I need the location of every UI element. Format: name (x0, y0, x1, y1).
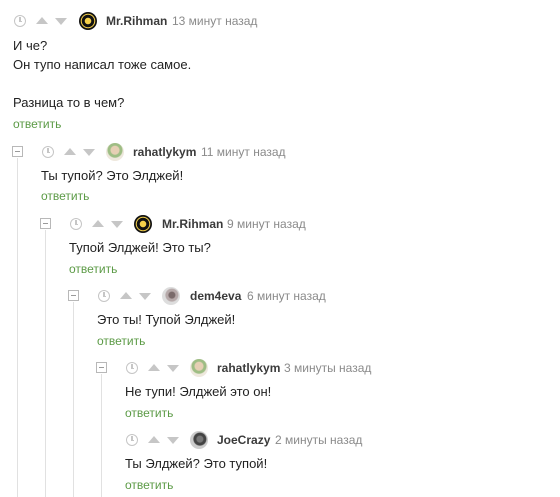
upvote-icon[interactable] (148, 364, 160, 371)
comment-text-line: Это ты! Тупой Элджей! (97, 312, 236, 327)
comment-text-line: Тупой Элджей! Это ты? (69, 240, 211, 255)
reply-link[interactable]: ответить (13, 117, 61, 131)
downvote-icon[interactable] (55, 18, 67, 25)
username[interactable]: Mr.Rihman (106, 14, 167, 28)
upvote-icon[interactable] (148, 436, 160, 443)
timestamp[interactable]: 9 минут назад (227, 217, 306, 231)
timestamp[interactable]: 11 минут назад (201, 145, 286, 159)
comment-text-line: Не тупи! Элджей это он! (125, 384, 272, 399)
upvote-icon[interactable] (92, 220, 104, 227)
downvote-icon[interactable] (83, 149, 95, 156)
avatar[interactable] (106, 143, 124, 161)
timestamp[interactable]: 3 минуты назад (284, 361, 371, 375)
clock-icon (14, 15, 26, 27)
timestamp[interactable]: 2 минуты назад (275, 433, 362, 447)
avatar[interactable] (190, 359, 208, 377)
timestamp[interactable]: 6 минут назад (247, 289, 326, 303)
reply-link[interactable]: ответить (97, 334, 145, 348)
clock-icon (126, 434, 138, 446)
avatar[interactable] (190, 431, 208, 449)
comment-text-line: Ты тупой? Это Элджей! (41, 168, 184, 183)
thread-line[interactable] (73, 302, 74, 497)
reply-link[interactable]: ответить (125, 478, 173, 492)
thread-line[interactable] (45, 230, 46, 497)
username[interactable]: rahatlykym (133, 145, 196, 159)
username[interactable]: JoeCrazy (217, 433, 270, 447)
timestamp[interactable]: 13 минут назад (172, 14, 257, 28)
comment-text-line: Ты Элджей? Это тупой! (125, 456, 268, 471)
thread-line[interactable] (101, 374, 102, 497)
upvote-icon[interactable] (120, 292, 132, 299)
collapse-thread-icon[interactable] (40, 218, 51, 229)
downvote-icon[interactable] (167, 365, 179, 372)
downvote-icon[interactable] (139, 293, 151, 300)
reply-link[interactable]: ответить (69, 262, 117, 276)
collapse-thread-icon[interactable] (68, 290, 79, 301)
thread-line[interactable] (17, 158, 18, 497)
avatar[interactable] (79, 12, 97, 30)
avatar[interactable] (134, 215, 152, 233)
username[interactable]: Mr.Rihman (162, 217, 223, 231)
clock-icon (126, 362, 138, 374)
avatar[interactable] (162, 287, 180, 305)
username[interactable]: rahatlykym (217, 361, 280, 375)
comment-text-line: Он тупо написал тоже самое. (13, 57, 192, 72)
reply-link[interactable]: ответить (41, 189, 89, 203)
clock-icon (42, 146, 54, 158)
reply-link[interactable]: ответить (125, 406, 173, 420)
comment-text-line: Разница то в чем? (13, 95, 125, 110)
clock-icon (98, 290, 110, 302)
collapse-thread-icon[interactable] (12, 146, 23, 157)
comment-text-line: И че? (13, 38, 48, 53)
downvote-icon[interactable] (167, 437, 179, 444)
collapse-thread-icon[interactable] (96, 362, 107, 373)
username[interactable]: dem4eva (190, 289, 241, 303)
upvote-icon[interactable] (64, 148, 76, 155)
downvote-icon[interactable] (111, 221, 123, 228)
clock-icon (70, 218, 82, 230)
upvote-icon[interactable] (36, 17, 48, 24)
